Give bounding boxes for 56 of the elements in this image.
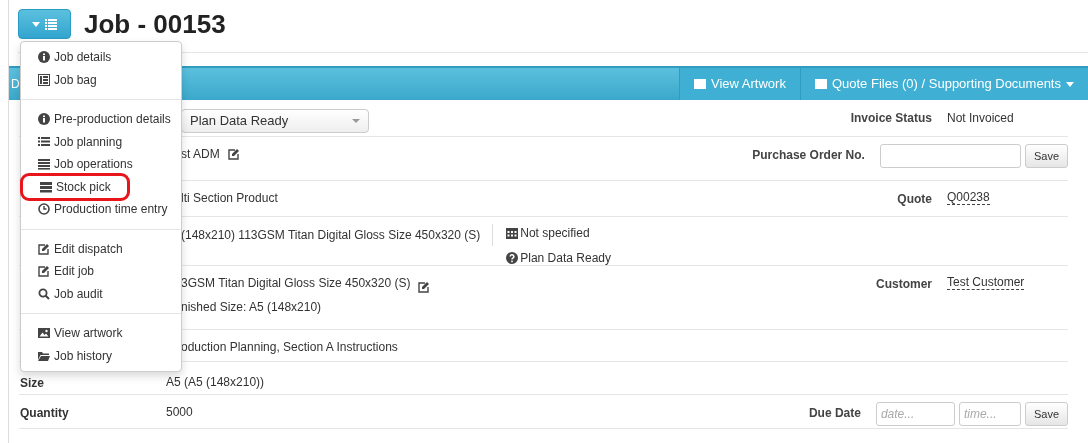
field-label: Invoice Status (850, 111, 932, 125)
menu-item[interactable]: Pre-production details (21, 108, 181, 131)
field-value: 5000 (166, 404, 193, 420)
menu-item[interactable]: Job bag (21, 68, 181, 91)
save-button[interactable]: Save (1024, 402, 1068, 426)
field-value: nished Size: A5 (148x210) (181, 299, 322, 315)
field-value: lti Section Product (181, 190, 278, 206)
field-label: Quote (897, 192, 932, 206)
menu-button[interactable] (18, 9, 71, 39)
caret-icon (352, 119, 360, 123)
field-value: A5 (A5 (148x210)) (166, 374, 265, 390)
menu-item[interactable]: Edit dispatch (21, 237, 181, 260)
edit-icon (38, 265, 50, 278)
menu-item[interactable]: Job details (21, 46, 181, 69)
menu-item[interactable]: View artwork (21, 322, 181, 345)
save-button[interactable]: Save (1024, 144, 1068, 168)
status-text: Plan Data Ready (520, 250, 611, 267)
field-label: Customer (876, 277, 932, 291)
time-field[interactable]: time... (958, 402, 1021, 426)
field-label: Due Date (808, 406, 861, 420)
panel-title: D (11, 76, 20, 93)
field-label: Quantity (19, 406, 69, 420)
table-icon (38, 73, 50, 86)
field-label: Purchase Order No. (752, 148, 865, 162)
menu-item[interactable]: Job operations (21, 153, 181, 176)
clock-icon (38, 203, 50, 216)
field-label: Size (19, 376, 44, 390)
field-value: oduction Planning, Section A Instructions (181, 339, 398, 355)
menu-item[interactable]: Edit job (21, 260, 181, 283)
status-select[interactable]: Plan Data Ready (181, 109, 369, 133)
lines-icon (38, 158, 50, 171)
field-value: 3GSM Titan Digital Gloss Size 450x320 (S) (181, 275, 411, 291)
menu-item[interactable]: Job audit (21, 282, 181, 305)
list-icon (38, 135, 50, 148)
menu-item[interactable]: Production time entry (21, 198, 181, 221)
field-link[interactable]: Test Customer (947, 275, 1025, 290)
menu-item[interactable]: Job planning (21, 130, 181, 153)
menu-item[interactable]: Job history (21, 344, 181, 367)
date-field[interactable]: date... (875, 402, 955, 426)
field-link[interactable]: Q00238 (947, 190, 990, 205)
question-icon (506, 252, 519, 264)
page-title: Job - 00153 (84, 7, 226, 41)
edit-icon (38, 242, 50, 255)
search-icon (38, 287, 50, 300)
list-icon (45, 18, 57, 30)
menu-item[interactable]: Stock pick (23, 175, 127, 198)
info-icon (38, 113, 50, 126)
field-value: st ADM (181, 146, 220, 162)
stack-icon (40, 180, 52, 193)
field-value: Not Invoiced (947, 110, 1014, 127)
caret-icon (32, 21, 40, 27)
calendar-icon (506, 227, 519, 239)
status-text: Not specified (520, 225, 590, 242)
input-field[interactable] (879, 144, 1021, 168)
folder-icon (38, 349, 50, 362)
info-icon (38, 51, 50, 64)
